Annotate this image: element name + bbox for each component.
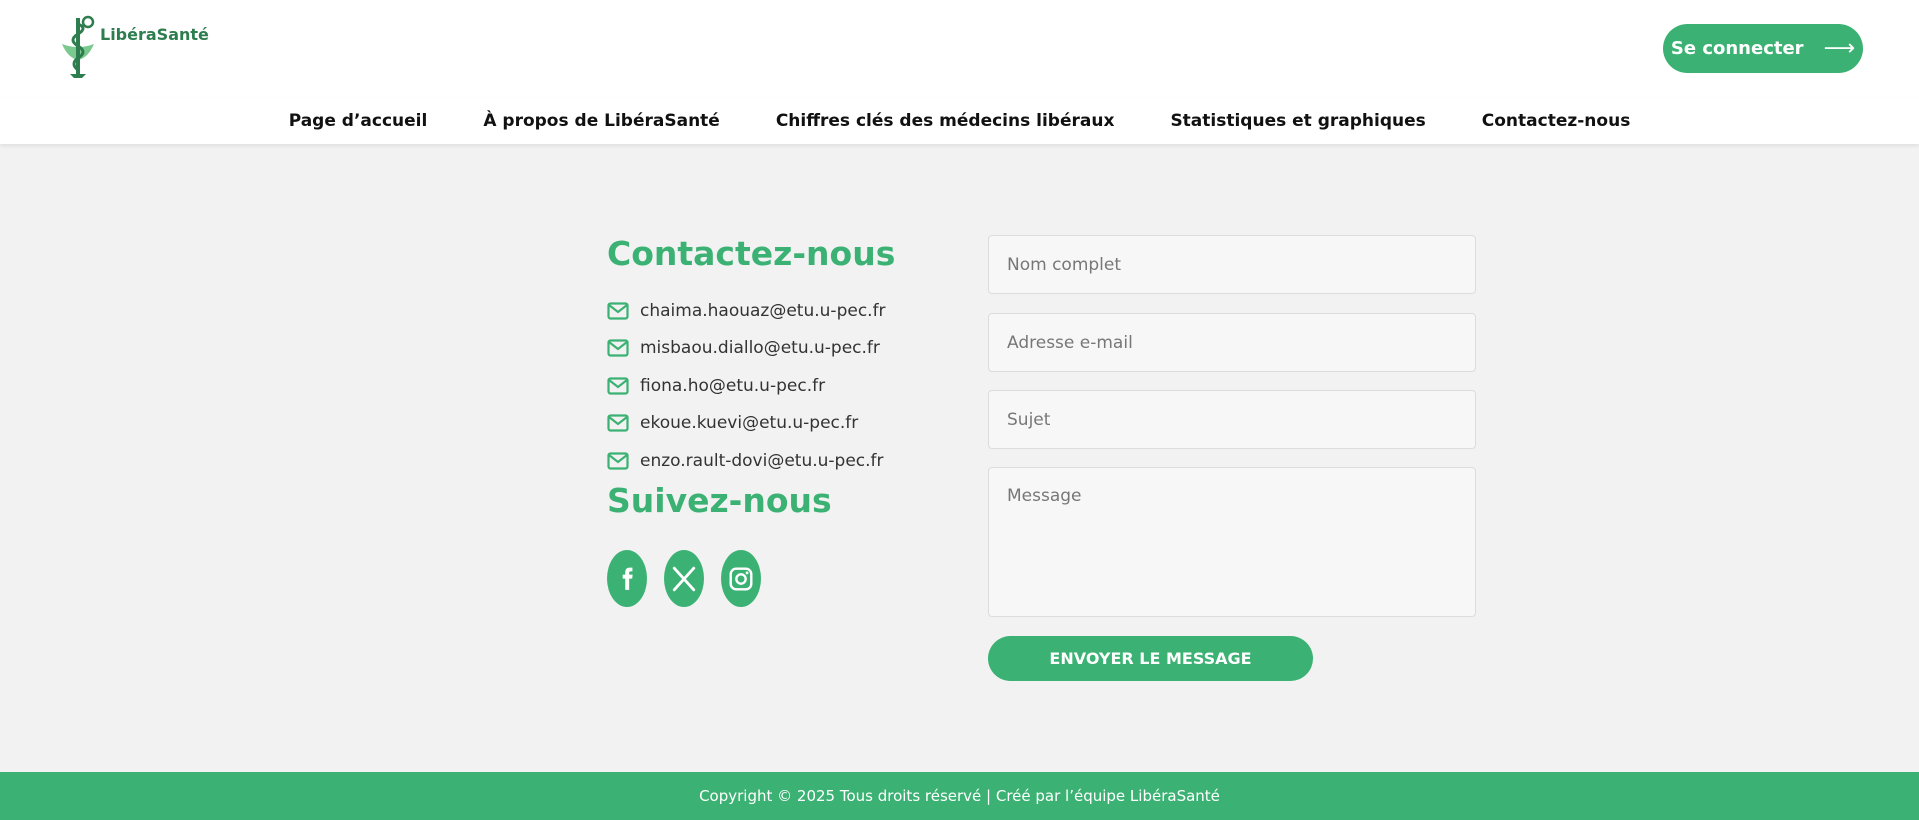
envelope-icon (607, 452, 629, 470)
email-input[interactable] (988, 313, 1476, 372)
email-address: fiona.ho@etu.u-pec.fr (640, 375, 826, 396)
login-label: Se connecter (1670, 38, 1804, 59)
x-link[interactable] (664, 550, 704, 607)
contact-title: Contactez-nous (607, 234, 896, 273)
main-nav: Page d’accueil À propos de LibéraSanté C… (0, 98, 1919, 144)
subject-input[interactable] (988, 390, 1476, 449)
copyright-text: Copyright © 2025 Tous droits réservé | C… (699, 787, 1220, 805)
envelope-icon (607, 339, 629, 357)
arrow-right-icon: ⟶ (1823, 36, 1856, 61)
facebook-icon (622, 567, 633, 590)
email-list: chaima.haouaz@etu.u-pec.fr misbaou.diall… (607, 292, 886, 480)
envelope-icon (607, 414, 629, 432)
instagram-icon (729, 567, 753, 590)
email-address: enzo.rault-dovi@etu.u-pec.fr (640, 450, 884, 471)
caduceus-logo-icon (62, 15, 95, 78)
nav-item-statistics[interactable]: Statistiques et graphiques (1142, 111, 1453, 131)
site-header: LibéraSanté Se connecter ⟶ (0, 0, 1919, 98)
send-message-button[interactable]: ENVOYER LE MESSAGE (988, 636, 1313, 681)
email-item[interactable]: misbaou.diallo@etu.u-pec.fr (607, 330, 886, 368)
nav-item-key-figures[interactable]: Chiffres clés des médecins libéraux (748, 111, 1143, 131)
site-footer: Copyright © 2025 Tous droits réservé | C… (0, 772, 1919, 820)
x-icon (672, 566, 696, 591)
nav-item-home[interactable]: Page d’accueil (261, 111, 456, 131)
envelope-icon (607, 302, 629, 320)
logo[interactable]: LibéraSanté (58, 14, 209, 80)
email-address: chaima.haouaz@etu.u-pec.fr (640, 300, 886, 321)
logo-text: LibéraSanté (100, 24, 209, 44)
follow-title: Suivez-nous (607, 481, 832, 520)
email-item[interactable]: enzo.rault-dovi@etu.u-pec.fr (607, 442, 886, 480)
email-address: ekoue.kuevi@etu.u-pec.fr (640, 413, 859, 434)
name-input[interactable] (988, 235, 1476, 294)
email-item[interactable]: chaima.haouaz@etu.u-pec.fr (607, 292, 886, 330)
email-item[interactable]: fiona.ho@etu.u-pec.fr (607, 367, 886, 405)
email-item[interactable]: ekoue.kuevi@etu.u-pec.fr (607, 405, 886, 443)
email-address: misbaou.diallo@etu.u-pec.fr (640, 338, 880, 359)
nav-item-contact[interactable]: Contactez-nous (1454, 111, 1659, 131)
message-textarea[interactable] (988, 467, 1476, 617)
envelope-icon (607, 377, 629, 395)
login-button[interactable]: Se connecter ⟶ (1663, 24, 1863, 73)
social-links (607, 550, 778, 607)
facebook-link[interactable] (607, 550, 647, 607)
instagram-link[interactable] (721, 550, 761, 607)
nav-item-about[interactable]: À propos de LibéraSanté (455, 111, 748, 131)
